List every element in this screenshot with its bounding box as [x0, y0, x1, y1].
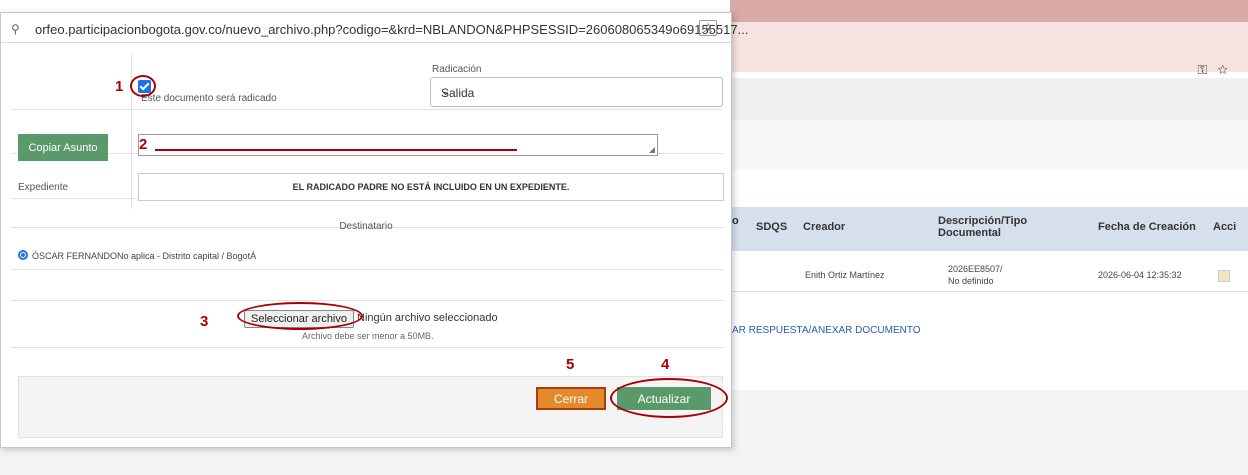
divider [11, 347, 723, 348]
table-row: Enith Ortiz Martínez 2026EE8507/ No defi… [730, 252, 1248, 292]
annotation-5: 5 [566, 356, 575, 373]
background-footer [0, 448, 1248, 475]
edit-icon[interactable] [1218, 270, 1230, 282]
table-header-sdqs: SDQS [756, 221, 788, 233]
site-settings-icon[interactable]: ⚲ [11, 22, 20, 36]
table-header-cell: o [732, 215, 739, 227]
expediente-value: EL RADICADO PADRE NO ESTÁ INCLUIDO EN UN… [138, 173, 724, 201]
table-header-creador: Creador [803, 221, 846, 233]
annotation-1: 1 [115, 78, 124, 95]
background-band [730, 120, 1248, 170]
cell-descripcion: 2026EE8507/ [948, 264, 1003, 274]
cerrar-button[interactable]: Cerrar [536, 387, 606, 410]
background-band [730, 78, 1248, 120]
expediente-label: Expediente [18, 182, 69, 193]
annotation-2: 2 [139, 136, 148, 153]
destinatario-option-label: ÓSCAR FERNANDONo aplica - Distrito capit… [32, 251, 257, 261]
divider [11, 300, 723, 301]
asunto-textarea[interactable]: ◢ [138, 134, 658, 156]
copiar-asunto-button[interactable]: Copiar Asunto [18, 134, 108, 161]
radicacion-label: Radicación [432, 64, 482, 75]
popup-url-bar: ⚲ orfeo.participacionbogota.gov.co/nuevo… [1, 13, 748, 43]
table-header-descripcion: Descripción/Tipo Documental [938, 215, 1028, 239]
cell-fecha: 2026-06-04 12:35:32 [1098, 270, 1182, 280]
cell-creador: Enith Ortiz Martínez [805, 270, 885, 280]
annotation-4: 4 [661, 356, 670, 373]
background-band [730, 390, 1248, 448]
table-header-acciones: Acci [1213, 221, 1237, 233]
browser-tab-strip [730, 0, 1248, 22]
table-header-fecha: Fecha de Creación [1098, 221, 1196, 233]
translate-icon[interactable]: 文 [699, 20, 717, 36]
file-status: Ningún archivo seleccionado [357, 312, 498, 324]
divider [11, 269, 723, 270]
popup-window: ⚲ orfeo.participacionbogota.gov.co/nuevo… [0, 12, 748, 448]
destinatario-label: Destinatario [339, 221, 393, 232]
browser-address-area: ⚿☆ [730, 22, 1248, 77]
anexar-documento-link[interactable]: AR RESPUESTA/ANEXAR DOCUMENTO [732, 325, 921, 336]
cell-descripcion-tipo: No definido [948, 276, 994, 286]
chevron-down-icon: ⌄ [441, 86, 451, 98]
file-size-note: Archivo debe ser menor a 50MB. [302, 331, 434, 341]
annotation-underline [155, 149, 517, 151]
annotation-ring-file-button [237, 302, 363, 330]
annotation-ring-checkbox [130, 75, 156, 97]
destinatario-radio[interactable] [18, 250, 28, 260]
divider [131, 53, 132, 209]
browser-toolbar-icons[interactable]: ⚿☆ [1197, 62, 1238, 78]
resize-handle-icon[interactable]: ◢ [649, 145, 655, 154]
annotation-3: 3 [200, 313, 209, 330]
radicado-checkbox-label: Este documento será radicado [141, 93, 277, 104]
divider [11, 109, 723, 110]
radicacion-select[interactable]: Salida ⌄ [430, 77, 723, 107]
popup-url: orfeo.participacionbogota.gov.co/nuevo_a… [35, 22, 749, 37]
annotation-ring-actualizar [610, 378, 728, 418]
table-header: o SDQS Creador Descripción/Tipo Document… [730, 207, 1248, 251]
